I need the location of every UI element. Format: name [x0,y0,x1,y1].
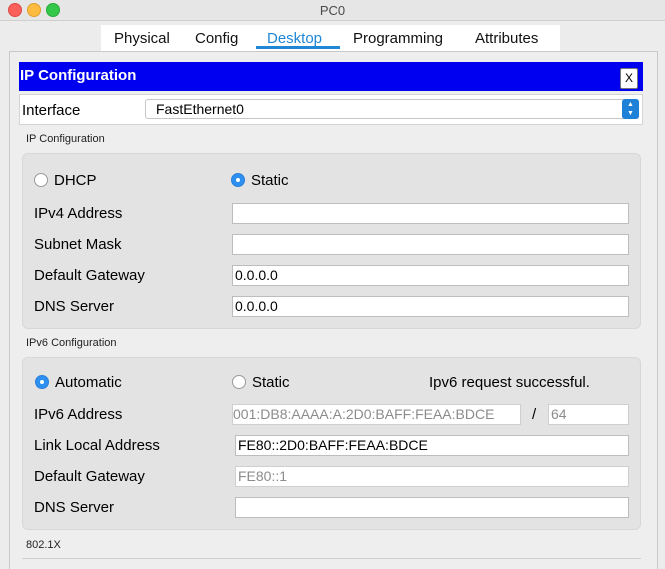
dot1x-section-title: 802.1X [26,539,61,551]
active-tab-indicator [256,46,340,49]
dhcp-radio[interactable] [34,173,48,187]
ip-config-header-title: IP Configuration [20,67,137,84]
ipv4-gateway-input[interactable]: 0.0.0.0 [232,265,629,286]
subnet-mask-label: Subnet Mask [34,236,122,253]
tab-desktop[interactable]: Desktop [267,30,322,47]
ipv6-gateway-label: Default Gateway [34,468,145,485]
automatic-radio[interactable] [35,375,49,389]
interface-row: Interface FastEthernet0 ▲ ▼ [19,94,643,125]
ipv6-status-text: Ipv6 request successful. [429,374,590,391]
ipv6-prefix-input[interactable]: 64 [548,404,629,425]
window-title: PC0 [319,3,346,18]
tab-config[interactable]: Config [195,30,238,47]
dhcp-label: DHCP [54,172,97,189]
automatic-label: Automatic [55,374,122,391]
static-radio-ipv4[interactable] [231,173,245,187]
link-local-label: Link Local Address [34,437,160,454]
tab-programming[interactable]: Programming [353,30,443,47]
ipv4-dns-input[interactable]: 0.0.0.0 [232,296,629,317]
ipv4-section-title: IP Configuration [26,133,105,145]
interface-label: Interface [22,102,81,119]
prefix-separator: / [532,406,537,423]
ipv6-dns-label: DNS Server [34,499,115,516]
ipv4-address-label: IPv4 Address [34,205,123,222]
ip-config-header: IP Configuration [19,62,643,91]
ipv6-address-input[interactable]: 001:DB8:AAAA:A:2D0:BAFF:FEAA:BDCE [232,404,521,425]
select-arrows-icon[interactable]: ▲ ▼ [622,99,639,119]
interface-select[interactable]: FastEthernet0 ▲ ▼ [145,99,639,119]
close-app-button[interactable]: X [620,68,638,89]
link-local-input[interactable]: FE80::2D0:BAFF:FEAA:BDCE [235,435,629,456]
static-radio-ipv6[interactable] [232,375,246,389]
tab-physical[interactable]: Physical [114,30,170,47]
title-bar: PC0 [0,0,665,21]
static-label-ipv4: Static [251,172,289,189]
static-label-ipv6: Static [252,374,290,391]
ipv4-dns-label: DNS Server [34,298,115,315]
subnet-mask-input[interactable] [232,234,629,255]
interface-select-value: FastEthernet0 [156,101,244,117]
ipv6-address-label: IPv6 Address [34,406,123,423]
tab-attributes[interactable]: Attributes [475,30,538,47]
ipv6-dns-input[interactable] [235,497,629,518]
ipv4-gateway-label: Default Gateway [34,267,145,284]
ipv6-section-title: IPv6 Configuration [26,337,117,349]
dot1x-group-edge [22,558,641,559]
ipv4-address-input[interactable] [232,203,629,224]
ipv6-gateway-input[interactable]: FE80::1 [235,466,629,487]
